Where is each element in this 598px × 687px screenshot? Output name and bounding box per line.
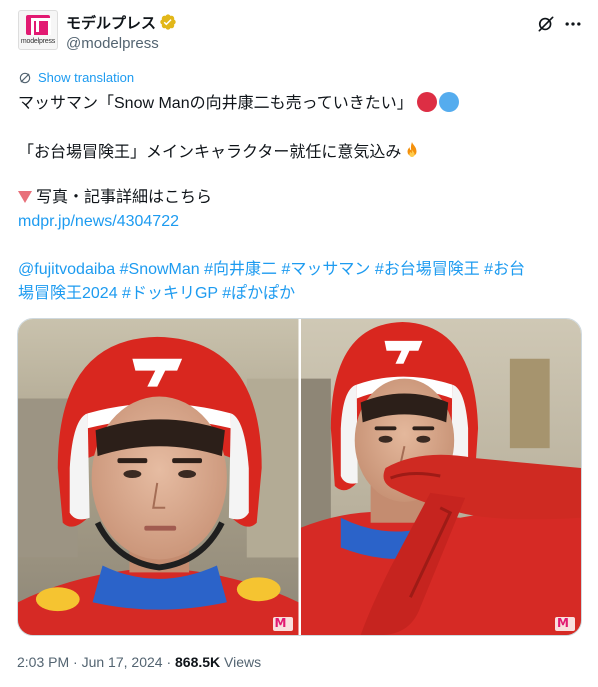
tweet-card: modelpress モデルプレス @modelpress Show trans… <box>0 0 598 687</box>
post-time[interactable]: 2:03 PM <box>17 654 69 670</box>
display-name[interactable]: モデルプレス <box>66 12 156 33</box>
post-text-line-2: 「お台場冒険王」メインキャラクター就任に意気込み <box>18 141 421 164</box>
blue-circle-icon <box>438 92 459 112</box>
post-details-text: 写真・記事詳細はこちら <box>36 189 213 206</box>
hashtags-line-1[interactable]: @fujitvodaiba #SnowMan #向井康二 #マッサマン #お台場… <box>18 259 525 281</box>
post-text-line-1: マッサマン「Snow Manの向井康二も売っていきたい」 <box>18 92 459 115</box>
post-subheadline: 「お台場冒険王」メインキャラクター就任に意気込み <box>18 144 402 161</box>
views-count[interactable]: 868.5K <box>175 654 220 670</box>
red-triangle-icon <box>18 191 32 203</box>
modelpress-logo-icon <box>26 15 51 35</box>
grok-icon[interactable] <box>536 14 556 34</box>
modelpress-watermark-icon <box>555 616 575 631</box>
views-label: Views <box>220 654 262 670</box>
avatar-logo-text: modelpress <box>20 38 56 45</box>
photo-2[interactable] <box>300 319 581 635</box>
name-row: モデルプレス <box>66 12 177 32</box>
modelpress-watermark-icon <box>272 616 293 631</box>
post-meta: 2:03 PM · Jun 17, 2024 · 868.5K Views <box>17 654 261 670</box>
verified-badge-icon <box>160 14 176 30</box>
photo-1[interactable] <box>18 319 299 635</box>
translate-icon <box>19 72 31 83</box>
meta-separator: · <box>69 654 82 670</box>
fire-icon <box>407 142 417 157</box>
hashtags-line-2[interactable]: 場冒険王2024 #ドッキリGP #ぽかぽか <box>18 283 295 305</box>
article-link[interactable]: mdpr.jp/news/4304722 <box>18 211 179 233</box>
avatar[interactable]: modelpress <box>18 10 58 50</box>
show-translation-link[interactable]: Show translation <box>18 70 134 85</box>
post-text-line-3: 写真・記事詳細はこちら <box>18 187 212 209</box>
post-headline: マッサマン「Snow Manの向井康二も売っていきたい」 <box>18 95 413 112</box>
red-circle-icon <box>416 92 437 112</box>
photo-2-image <box>300 319 581 635</box>
media-grid <box>17 318 582 636</box>
show-translation-label: Show translation <box>38 70 135 85</box>
photo-1-image <box>18 319 299 635</box>
handle[interactable]: @modelpress <box>66 35 159 52</box>
meta-separator: · <box>162 654 176 670</box>
more-icon[interactable] <box>563 14 583 34</box>
post-date[interactable]: Jun 17, 2024 <box>82 654 163 670</box>
